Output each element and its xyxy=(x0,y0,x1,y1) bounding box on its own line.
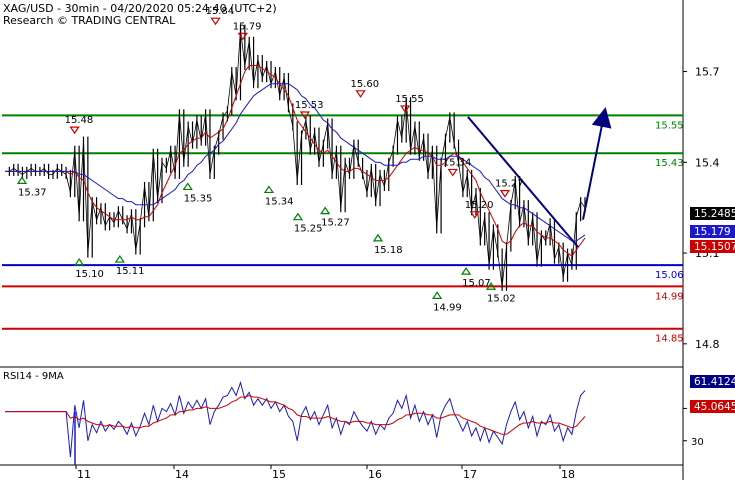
pivot-low-marker xyxy=(372,233,384,242)
price-tag-text: 15.2485 xyxy=(694,208,735,220)
y-tick-label: 15.4 xyxy=(695,156,720,169)
pivot-high-marker xyxy=(210,17,221,26)
pivot-low-marker xyxy=(114,254,125,263)
pivot-low-label: 15.07 xyxy=(462,278,491,289)
price-tag-text: 15.1507 xyxy=(694,241,735,253)
pivot-low-marker xyxy=(431,291,443,299)
x-tick-label: 11 xyxy=(77,468,91,480)
pivot-low-label: 15.18 xyxy=(374,245,403,256)
rsi-tag-text: 45.0645 xyxy=(694,401,735,413)
pivot-low-marker xyxy=(460,267,472,275)
pivot-high-label: 15.53 xyxy=(295,100,324,111)
x-tick-label: 15 xyxy=(272,468,286,480)
x-tick-label: 14 xyxy=(175,468,189,480)
rsi-title: RSI14 - 9MA xyxy=(3,371,64,382)
pivot-high-label: 15.20 xyxy=(465,200,494,211)
pivot-high-label: 15.34 xyxy=(443,157,472,168)
pivot-low-marker xyxy=(263,185,275,194)
pivot-high-label: 15.79 xyxy=(233,21,262,32)
pivot-low-marker xyxy=(182,182,193,191)
pivot-low-label: 15.35 xyxy=(184,193,213,204)
x-tick-label: 17 xyxy=(463,468,477,480)
pivot-low-label: 15.27 xyxy=(321,218,350,229)
rsi-tick-label: 30 xyxy=(691,437,704,448)
y-tick-label: 14.8 xyxy=(695,338,720,351)
pivot-low-label: 15.10 xyxy=(75,269,104,280)
pivot-low-marker xyxy=(74,257,85,266)
pivot-low-label: 15.34 xyxy=(265,196,294,207)
forecast-arrow xyxy=(582,107,612,220)
pivot-low-label: 15.11 xyxy=(116,266,145,277)
level-label: 15.43 xyxy=(655,158,684,169)
pivot-low-label: 15.02 xyxy=(487,293,516,304)
pivot-low-label: 15.25 xyxy=(294,224,323,235)
pivot-low-marker xyxy=(320,206,331,215)
pivot-high-label: 15.48 xyxy=(65,115,94,126)
x-tick-label: 16 xyxy=(368,468,382,480)
pivot-low-label: 15.37 xyxy=(18,187,47,198)
pivot-high-marker xyxy=(499,190,511,198)
pivot-high-label: 15.60 xyxy=(351,79,380,90)
price-chart: 15.55 15.43 15.06 14.99 14.85 15.37 15.48 15.1… xyxy=(0,0,735,480)
y-tick-label: 15.7 xyxy=(695,66,720,79)
pivot-high-marker xyxy=(355,90,366,98)
pivot-high-marker xyxy=(447,168,458,177)
level-label: 15.55 xyxy=(655,120,684,131)
level-label: 15.06 xyxy=(655,270,684,281)
x-tick-label: 18 xyxy=(561,468,575,480)
rsi-tag-text: 61.4124 xyxy=(694,376,735,388)
pivot-high-label: 15.27 xyxy=(495,179,524,190)
pivot-high-marker xyxy=(69,126,80,135)
rsi-line xyxy=(5,380,586,457)
pivot-low-marker xyxy=(16,176,28,184)
pivot-high-label: 15.55 xyxy=(395,94,424,105)
level-label: 14.99 xyxy=(655,291,684,302)
price-tag-text: 15.179 xyxy=(694,226,731,238)
rsi-ma-line xyxy=(5,394,586,435)
pivot-low-marker xyxy=(292,212,304,221)
level-label: 14.85 xyxy=(655,334,684,345)
pivot-low-label: 14.99 xyxy=(433,302,462,313)
pivot-high-label: 15.84 xyxy=(206,6,235,17)
